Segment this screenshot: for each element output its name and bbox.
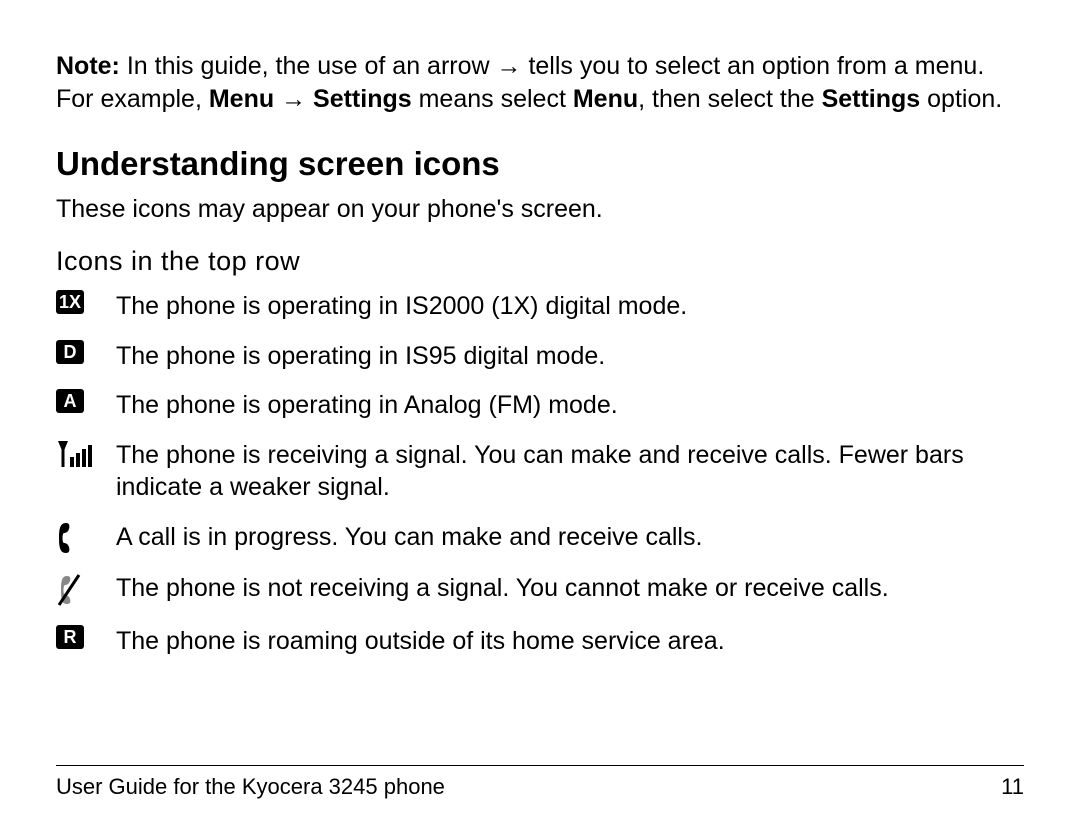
note-text: , then select the [638, 85, 821, 113]
arrow-icon: → [274, 85, 313, 113]
no-signal-icon [56, 569, 116, 622]
section-heading: Understanding screen icons [56, 145, 1024, 183]
icon-description: A call is in progress. You can make and … [116, 518, 1024, 569]
page-footer: User Guide for the Kyocera 3245 phone 11 [56, 765, 1024, 800]
page-number: 11 [1001, 774, 1024, 800]
icon-description: The phone is roaming outside of its home… [116, 622, 1024, 672]
icon-list: 1X The phone is operating in IS2000 (1X)… [56, 287, 1024, 671]
settings-bold: Settings [822, 85, 921, 113]
footer-title: User Guide for the Kyocera 3245 phone [56, 774, 445, 800]
icon-row: R The phone is roaming outside of its ho… [56, 622, 1024, 672]
note-label: Note: [56, 52, 120, 80]
icon-row: D The phone is operating in IS95 digital… [56, 337, 1024, 387]
icon-row: 1X The phone is operating in IS2000 (1X)… [56, 287, 1024, 337]
badge-text: D [56, 340, 84, 364]
icon-description: The phone is operating in Analog (FM) mo… [116, 386, 1024, 436]
subsection-heading: Icons in the top row [56, 246, 1024, 277]
note-paragraph: Note: In this guide, the use of an arrow… [56, 50, 1024, 115]
note-text: means select [412, 85, 573, 113]
icon-row: A call is in progress. You can make and … [56, 518, 1024, 569]
badge-text: R [56, 625, 84, 649]
settings-bold: Settings [313, 85, 412, 113]
icon-row: The phone is not receiving a signal. You… [56, 569, 1024, 622]
icon-description: The phone is receiving a signal. You can… [116, 436, 1024, 518]
phone-icon [56, 518, 116, 569]
mode-1x-icon: 1X [56, 287, 116, 337]
note-text: option. [920, 85, 1002, 113]
note-text: In this guide, the use of an arrow [120, 52, 497, 80]
icon-row: The phone is receiving a signal. You can… [56, 436, 1024, 518]
icon-row: A The phone is operating in Analog (FM) … [56, 386, 1024, 436]
icon-description: The phone is operating in IS2000 (1X) di… [116, 287, 1024, 337]
signal-icon [56, 436, 116, 518]
mode-a-icon: A [56, 386, 116, 436]
roaming-icon: R [56, 622, 116, 672]
icon-description: The phone is operating in IS95 digital m… [116, 337, 1024, 387]
menu-bold: Menu [209, 85, 274, 113]
menu-bold: Menu [573, 85, 638, 113]
icon-description: The phone is not receiving a signal. You… [116, 569, 1024, 622]
arrow-icon: → [497, 52, 522, 80]
badge-text: 1X [56, 290, 84, 314]
intro-text: These icons may appear on your phone's s… [56, 195, 1024, 224]
badge-text: A [56, 389, 84, 413]
mode-d-icon: D [56, 337, 116, 387]
